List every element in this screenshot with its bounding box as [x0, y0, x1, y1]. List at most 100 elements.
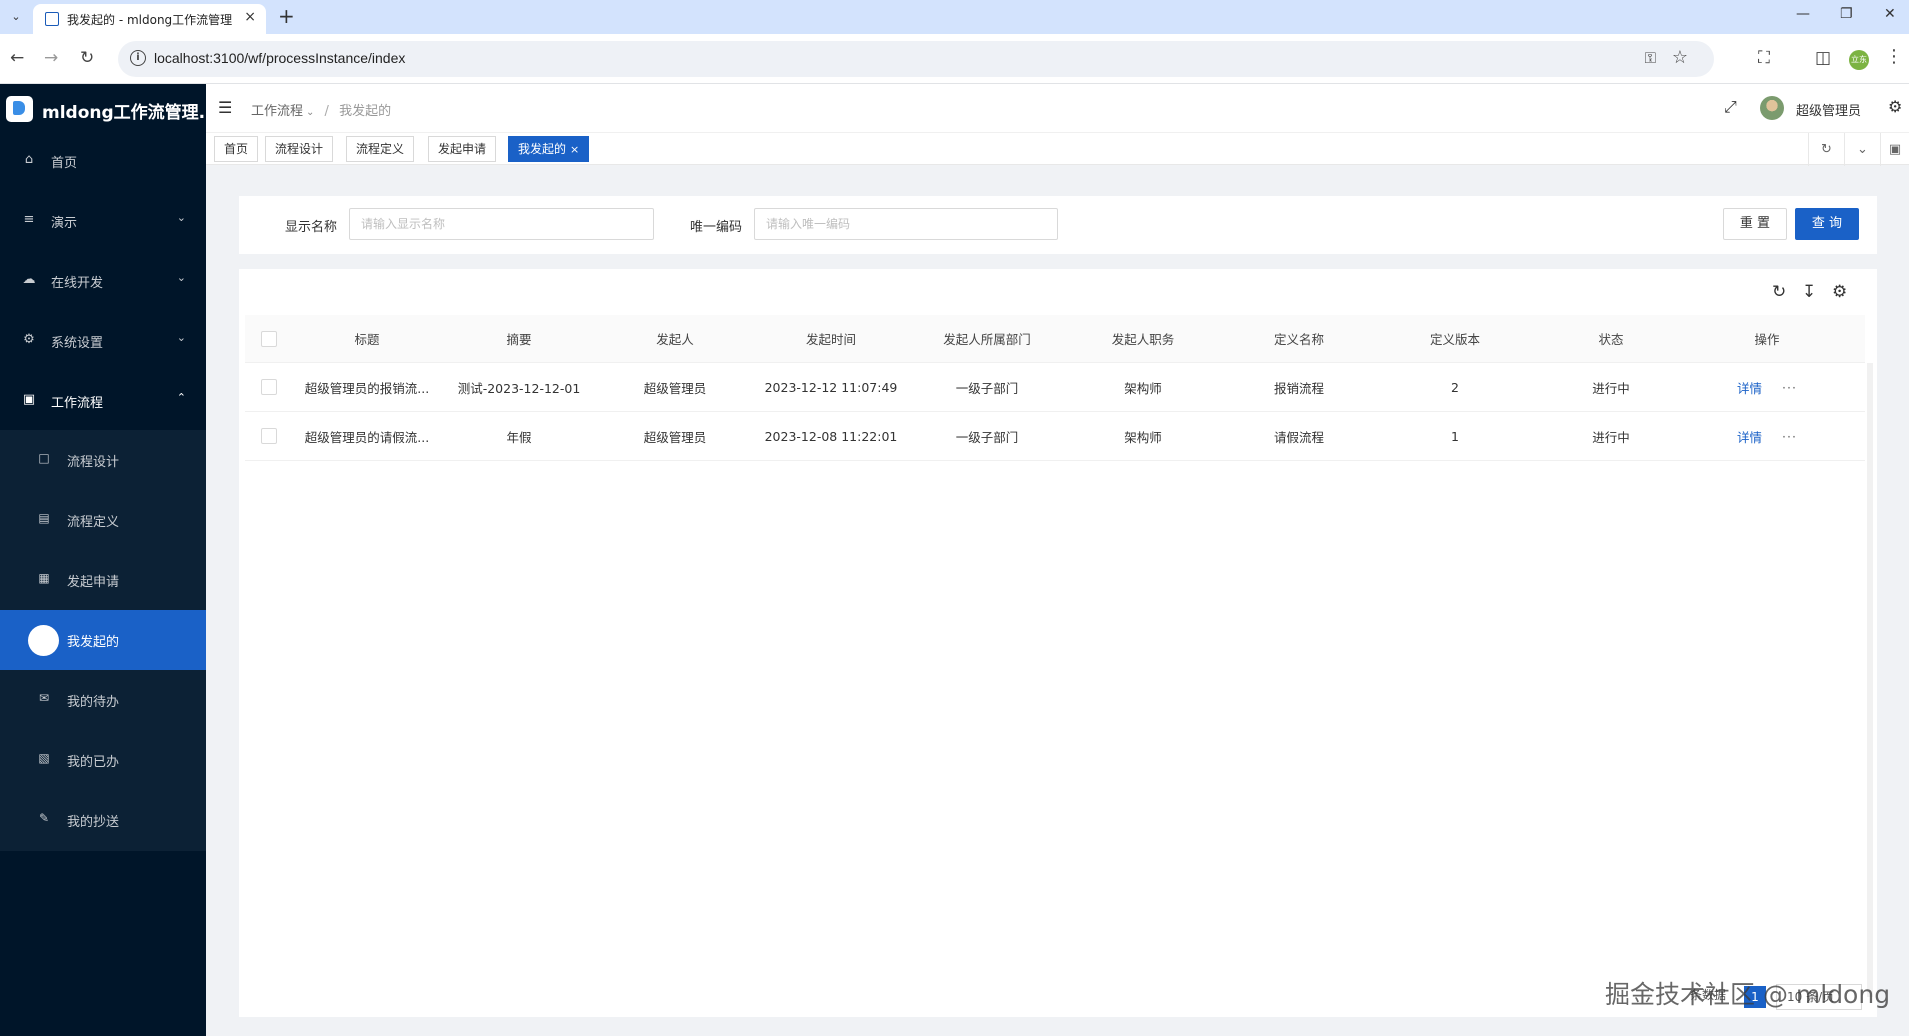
reset-button[interactable]: 重 置: [1723, 208, 1787, 240]
reload-icon[interactable]: ↻: [80, 48, 94, 68]
sidebar-item-my-cc[interactable]: ✎ 我的抄送: [0, 790, 206, 850]
cell-version: 1: [1451, 428, 1459, 444]
tab-process-definition[interactable]: 流程定义: [346, 136, 415, 162]
tab-my-initiated[interactable]: 我发起的 ×: [508, 136, 590, 162]
tab-start-apply[interactable]: 发起申请: [428, 136, 497, 162]
tab-search-icon[interactable]: ⌄: [6, 7, 26, 27]
minimize-icon[interactable]: —: [1796, 6, 1810, 22]
book-icon: ▧: [38, 751, 50, 765]
browser-tab[interactable]: 我发起的 - mldong工作流管理 ×: [33, 4, 266, 34]
column-height-icon[interactable]: ↧: [1802, 282, 1816, 302]
detail-link[interactable]: 详情: [1737, 378, 1762, 397]
column-header[interactable]: 定义版本: [1377, 315, 1533, 362]
select-all-checkbox[interactable]: [261, 330, 277, 347]
cell-def-name: 请假流程: [1273, 429, 1324, 445]
more-actions-icon[interactable]: ···: [1782, 429, 1797, 444]
column-header[interactable]: 发起人所属部门: [909, 315, 1065, 362]
forward-icon[interactable]: →: [44, 48, 58, 68]
detail-link[interactable]: 详情: [1737, 427, 1762, 446]
fullscreen-icon[interactable]: ⤢: [1724, 97, 1737, 117]
site-info-icon[interactable]: i: [130, 50, 146, 66]
file-icon: □: [38, 451, 50, 465]
back-icon[interactable]: ←: [10, 48, 24, 68]
column-header[interactable]: 发起时间: [753, 315, 909, 362]
sidebar-item-process-design[interactable]: □ 流程设计: [0, 430, 206, 490]
tab-label: 流程定义: [356, 142, 405, 156]
refresh-icon[interactable]: ↻: [1772, 282, 1786, 302]
sidebar-item-label: 我的抄送: [67, 815, 120, 830]
sidebar-item-demo[interactable]: ≡ 演示 ⌄: [0, 191, 206, 251]
key-icon[interactable]: ⚿: [1645, 49, 1656, 67]
browser-menu-icon[interactable]: ⋮: [1885, 46, 1903, 67]
cell-status: 进行中: [1592, 429, 1630, 445]
column-header[interactable]: 定义名称: [1221, 315, 1377, 362]
cell-summary: 测试-2023-12-12-01: [457, 380, 581, 396]
profile-avatar[interactable]: 立东: [1849, 50, 1869, 70]
avatar[interactable]: [1760, 96, 1784, 120]
sidebar-item-label: 工作流程: [51, 396, 104, 411]
browser-tab-strip: ⌄ 我发起的 - mldong工作流管理 × + — ❐ ✕: [0, 0, 1909, 34]
settings-gear-icon[interactable]: ⚙: [1888, 97, 1902, 116]
new-tab-icon[interactable]: +: [278, 4, 295, 28]
sidebar-item-label: 在线开发: [51, 276, 104, 291]
column-header[interactable]: 摘要: [441, 315, 597, 362]
display-name-input[interactable]: [349, 208, 654, 240]
cell-title: 超级管理员的报销流...: [304, 380, 430, 396]
sidebar-item-start-apply[interactable]: ▦ 发起申请: [0, 550, 206, 610]
column-header[interactable]: 标题: [293, 315, 441, 362]
cell-time: 2023-12-12 11:07:49: [764, 379, 898, 395]
breadcrumb-item[interactable]: 工作流程: [251, 104, 303, 119]
menu-fold-icon[interactable]: ☰: [218, 98, 232, 117]
bookmark-star-icon[interactable]: ☆: [1672, 47, 1688, 68]
sidebar-item-workflow[interactable]: ▣ 工作流程 ⌃: [0, 371, 206, 431]
row-checkbox[interactable]: [261, 428, 277, 444]
search-form: 显示名称 唯一编码 重 置 查 询: [239, 196, 1877, 254]
tab-menu-chevron-icon[interactable]: ⌄: [1844, 133, 1880, 166]
cell-def-name: 报销流程: [1273, 380, 1324, 396]
column-header[interactable]: 发起人职务: [1065, 315, 1221, 362]
page-favicon-icon: [45, 12, 59, 26]
cell-post: 架构师: [1124, 380, 1162, 396]
user-name[interactable]: 超级管理员: [1796, 100, 1861, 119]
app-logo[interactable]: mldong工作流管理...: [0, 84, 206, 134]
gear-icon: ⚙: [23, 332, 35, 347]
sidebar-item-home[interactable]: ⌂ 首页: [0, 131, 206, 191]
cell-time: 2023-12-08 11:22:01: [764, 428, 898, 444]
setting-icon[interactable]: ⚙: [1832, 282, 1847, 302]
address-bar[interactable]: i localhost:3100/wf/processInstance/inde…: [118, 41, 1714, 77]
sidebar-item-my-initiated[interactable]: 我发起的: [0, 610, 206, 670]
tab-fullscreen-icon[interactable]: ▣: [1880, 133, 1909, 166]
unique-code-input[interactable]: [754, 208, 1058, 240]
monitor-icon: ▣: [22, 392, 36, 407]
refresh-tab-icon[interactable]: ↻: [1808, 133, 1844, 166]
extensions-icon[interactable]: ⛶: [1758, 48, 1770, 68]
sidebar-item-label: 首页: [51, 156, 78, 171]
tab-home[interactable]: 首页: [214, 136, 259, 162]
sidebar-item-my-done[interactable]: ▧ 我的已办: [0, 730, 206, 790]
address-toolbar: ← → ↻ i localhost:3100/wf/processInstanc…: [0, 34, 1909, 84]
sidebar-item-process-definition[interactable]: ▤ 流程定义: [0, 490, 206, 550]
url-text[interactable]: localhost:3100/wf/processInstance/index: [154, 50, 405, 66]
sidebar-item-settings[interactable]: ⚙ 系统设置 ⌄: [0, 311, 206, 371]
sidebar-item-online-dev[interactable]: ☁ 在线开发 ⌄: [0, 251, 206, 311]
column-header[interactable]: 发起人: [597, 315, 753, 362]
column-header[interactable]: 状态: [1533, 315, 1689, 362]
close-tab-icon[interactable]: ×: [244, 9, 256, 25]
watermark-text: 掘金技术社区 @ mldong: [1605, 980, 1891, 1009]
cell-post: 架构师: [1124, 429, 1162, 445]
row-select-cell: [245, 412, 293, 460]
more-actions-icon[interactable]: ···: [1782, 380, 1797, 395]
table-scrollbar[interactable]: [1867, 363, 1873, 997]
side-panel-icon[interactable]: ◫: [1815, 48, 1831, 68]
sidebar-item-my-todo[interactable]: ✉ 我的待办: [0, 670, 206, 730]
grid-icon: ▦: [38, 571, 50, 585]
query-button[interactable]: 查 询: [1795, 208, 1859, 240]
window-close-icon[interactable]: ✕: [1884, 6, 1896, 22]
row-checkbox[interactable]: [261, 379, 277, 395]
tab-process-design[interactable]: 流程设计: [265, 136, 334, 162]
logo-icon: [6, 96, 33, 122]
cloud-icon: ☁: [22, 272, 36, 287]
chevron-down-icon: ⌄: [176, 211, 186, 224]
close-icon[interactable]: ×: [570, 143, 579, 156]
restore-icon[interactable]: ❐: [1840, 6, 1853, 22]
